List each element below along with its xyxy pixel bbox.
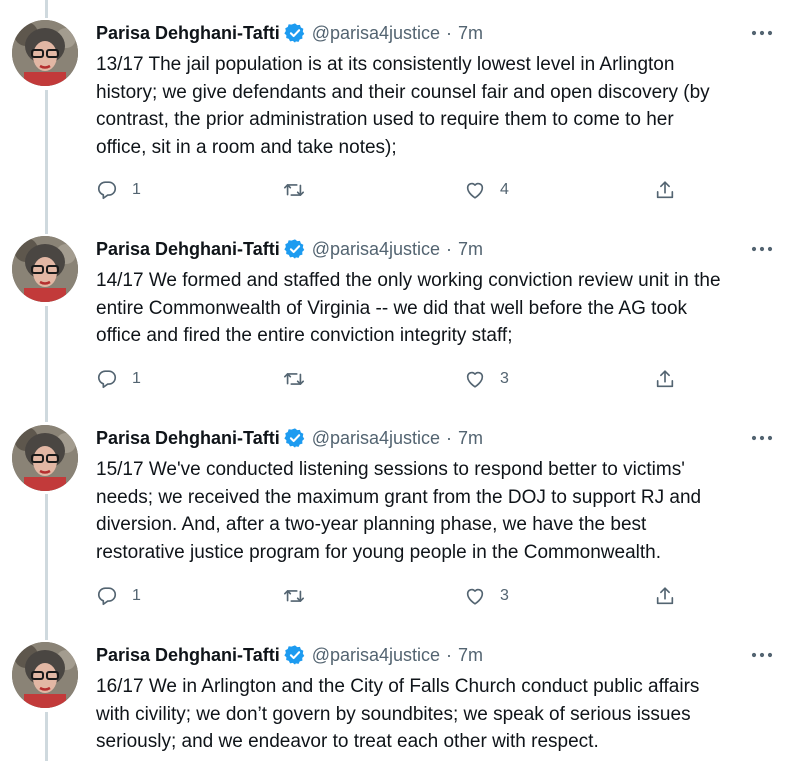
tweet-text-line: 13/17 The jail population is at its cons…: [96, 54, 675, 75]
more-options-icon[interactable]: [748, 427, 776, 449]
verified-badge-icon: [284, 644, 306, 666]
like-button[interactable]: 3: [464, 581, 509, 611]
tweet[interactable]: Parisa Dehghani-Tafti @parisa4justice · …: [0, 216, 790, 405]
tweet-actions: 1 3: [96, 581, 706, 611]
reply-button[interactable]: 1: [96, 175, 141, 205]
tweet-text: 13/17 The jail population is at its cons…: [96, 51, 776, 161]
reply-count: 1: [132, 181, 141, 198]
like-count: 3: [500, 370, 509, 387]
more-options-icon[interactable]: [748, 238, 776, 260]
tweet-text-line: 16/17 We in Arlington and the City of Fa…: [96, 676, 700, 697]
retweet-button[interactable]: [282, 364, 320, 394]
tweet-time[interactable]: 7m: [458, 239, 483, 260]
tweet[interactable]: Parisa Dehghani-Tafti @parisa4justice · …: [0, 0, 790, 216]
author-name[interactable]: Parisa Dehghani-Tafti: [96, 239, 280, 260]
tweet-text-line: office and fired the entire conviction i…: [96, 325, 513, 346]
tweet[interactable]: Parisa Dehghani-Tafti @parisa4justice · …: [0, 405, 790, 622]
separator-dot: ·: [446, 427, 453, 448]
separator-dot: ·: [446, 238, 453, 259]
share-button[interactable]: [654, 175, 676, 205]
tweet-header: Parisa Dehghani-Tafti @parisa4justice · …: [96, 236, 483, 262]
heart-icon: [464, 179, 486, 201]
like-count: 3: [500, 587, 509, 604]
author-handle[interactable]: @parisa4justice: [312, 645, 440, 666]
reply-icon: [96, 585, 118, 607]
tweet-header: Parisa Dehghani-Tafti @parisa4justice · …: [96, 20, 483, 46]
like-button[interactable]: 3: [464, 364, 509, 394]
tweet-text-line: contrast, the prior administration used …: [96, 109, 674, 130]
tweet-time[interactable]: 7m: [458, 428, 483, 449]
heart-icon: [464, 368, 486, 390]
tweet-actions: 1 4: [96, 175, 706, 205]
author-handle[interactable]: @parisa4justice: [312, 239, 440, 260]
separator-dot: ·: [446, 644, 453, 665]
retweet-icon: [282, 179, 306, 201]
author-handle[interactable]: @parisa4justice: [312, 428, 440, 449]
tweet-time[interactable]: 7m: [458, 23, 483, 44]
separator-dot: ·: [446, 22, 453, 43]
share-button[interactable]: [654, 581, 676, 611]
reply-count: 1: [132, 370, 141, 387]
tweet-text-line: seriously; and we endeavor to treat each…: [96, 731, 599, 752]
tweet-text-line: history; we give defendants and their co…: [96, 81, 710, 103]
verified-badge-icon: [284, 427, 306, 449]
tweet-actions: 1 3: [96, 364, 706, 394]
tweet-text-line: restorative justice program for young pe…: [96, 541, 662, 563]
like-button[interactable]: 4: [464, 175, 509, 205]
retweet-icon: [282, 368, 306, 390]
share-button[interactable]: [654, 364, 676, 394]
reply-button[interactable]: 1: [96, 581, 141, 611]
like-count: 4: [500, 181, 509, 198]
tweet-text-line: with civility; we don’t govern by soundb…: [96, 703, 691, 725]
reply-count: 1: [132, 587, 141, 604]
tweet-text-line: 14/17 We formed and staffed the only wor…: [96, 270, 721, 291]
avatar[interactable]: [12, 236, 78, 302]
tweet-text-line: 15/17 We've conducted listening sessions…: [96, 459, 685, 480]
tweet-text-line: needs; we received the maximum grant fro…: [96, 486, 702, 508]
tweet[interactable]: Parisa Dehghani-Tafti @parisa4justice · …: [0, 622, 790, 761]
tweet-text-line: diversion. And, after a two-year plannin…: [96, 514, 647, 535]
avatar[interactable]: [12, 20, 78, 86]
heart-icon: [464, 585, 486, 607]
more-options-icon[interactable]: [748, 22, 776, 44]
reply-button[interactable]: 1: [96, 364, 141, 394]
avatar[interactable]: [12, 425, 78, 491]
share-icon: [654, 368, 676, 390]
author-name[interactable]: Parisa Dehghani-Tafti: [96, 428, 280, 449]
tweet-header: Parisa Dehghani-Tafti @parisa4justice · …: [96, 425, 483, 451]
retweet-icon: [282, 585, 306, 607]
more-options-icon[interactable]: [748, 644, 776, 666]
share-icon: [654, 585, 676, 607]
reply-icon: [96, 368, 118, 390]
tweet-header: Parisa Dehghani-Tafti @parisa4justice · …: [96, 642, 483, 668]
retweet-button[interactable]: [282, 581, 320, 611]
reply-icon: [96, 179, 118, 201]
tweet-time[interactable]: 7m: [458, 645, 483, 666]
tweet-text-line: entire Commonwealth of Virginia -- we di…: [96, 297, 688, 319]
avatar[interactable]: [12, 642, 78, 708]
author-name[interactable]: Parisa Dehghani-Tafti: [96, 645, 280, 666]
tweet-text: 16/17 We in Arlington and the City of Fa…: [96, 673, 776, 756]
verified-badge-icon: [284, 238, 306, 260]
author-name[interactable]: Parisa Dehghani-Tafti: [96, 23, 280, 44]
tweet-text: 14/17 We formed and staffed the only wor…: [96, 267, 776, 350]
tweet-text-line: office, sit in a room and take notes);: [96, 136, 397, 158]
retweet-button[interactable]: [282, 175, 320, 205]
author-handle[interactable]: @parisa4justice: [312, 23, 440, 44]
tweet-text: 15/17 We've conducted listening sessions…: [96, 456, 776, 566]
share-icon: [654, 179, 676, 201]
verified-badge-icon: [284, 22, 306, 44]
